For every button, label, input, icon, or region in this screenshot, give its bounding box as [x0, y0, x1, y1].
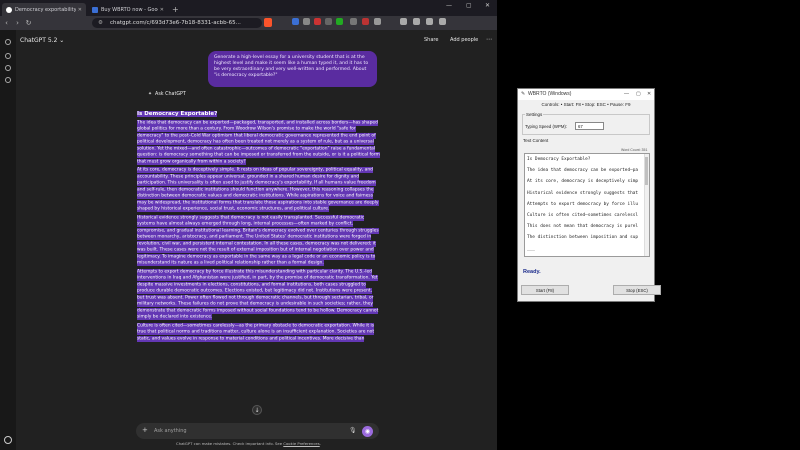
minimize-button[interactable]: — [446, 2, 452, 9]
close-tab-icon[interactable]: ✕ [78, 7, 82, 13]
add-people-button[interactable]: Add people [450, 37, 478, 43]
extension-icon[interactable] [350, 18, 357, 25]
text-line: The idea that democracy can be exported—… [527, 168, 639, 174]
search-icon[interactable] [5, 65, 11, 71]
close-tab-icon[interactable]: ✕ [160, 7, 164, 13]
extension-icon[interactable] [303, 18, 310, 25]
reload-icon[interactable]: ↻ [24, 19, 33, 27]
nav-bar: ‹ › ↻ ⌂ ⚙ chatgpt.com/c/693d73e6-7b18-83… [0, 16, 497, 30]
download-icon[interactable] [400, 18, 407, 25]
wallet-icon[interactable] [413, 18, 420, 25]
url-text: chatgpt.com/c/693d73e6-7b18-8331-acbb-65… [110, 20, 241, 26]
tab-wbrto-docs[interactable]: Buy WBRTO now - Google Docs ✕ [88, 3, 168, 16]
address-bar[interactable]: ⚙ chatgpt.com/c/693d73e6-7b18-8331-acbb-… [92, 18, 262, 28]
menu-icon[interactable] [439, 18, 446, 25]
text-line: Is Democracy Exportable? [527, 157, 591, 162]
more-options-icon[interactable]: ⋯ [486, 36, 492, 43]
docs-favicon-icon [92, 6, 98, 13]
response-heading: Is Democracy Exportable? [137, 111, 218, 117]
minimize-button[interactable]: — [624, 89, 629, 99]
close-window-button[interactable]: ✕ [647, 89, 651, 99]
response-paragraph: The idea that democracy can be exported—… [137, 119, 380, 165]
add-attachment-icon[interactable]: + [142, 426, 148, 434]
chatgpt-sidebar-rail [0, 30, 16, 450]
chatgpt-logo-icon[interactable] [5, 39, 11, 45]
response-paragraph: Historical evidence strongly suggests th… [137, 214, 379, 266]
forward-icon[interactable]: › [13, 19, 22, 27]
text-line: The distinction between imposition and s… [527, 235, 639, 241]
response-paragraph: At its core, democracy is deceptively si… [137, 167, 379, 212]
tab-bar: Democracy exportability debate ✕ Buy WBR… [0, 0, 497, 16]
text-line: Attempts to export democracy by force il… [527, 201, 639, 207]
brave-shield-icon[interactable] [264, 18, 272, 27]
text-line: This does not mean that democracy is pur… [527, 224, 639, 230]
text-line: Historical evidence strongly suggests th… [527, 190, 639, 196]
maximize-button[interactable]: ▢ [466, 2, 472, 9]
start-button[interactable]: Start (F8) [521, 285, 569, 295]
new-tab-button[interactable]: + [172, 5, 179, 14]
tab-democracy[interactable]: Democracy exportability debate ✕ [2, 3, 86, 16]
extension-icon[interactable] [325, 18, 332, 25]
sidebar-icon[interactable] [426, 18, 433, 25]
library-icon[interactable] [5, 77, 11, 83]
stop-button[interactable]: Stop (ESC) [613, 285, 661, 295]
maximize-button[interactable]: ▢ [636, 89, 641, 99]
share-button[interactable]: Share [424, 37, 438, 43]
settings-label: Settings [525, 112, 544, 117]
avatar[interactable] [4, 436, 12, 444]
word-count: Word Count: 351 [621, 148, 648, 152]
close-window-button[interactable]: ✕ [485, 2, 490, 9]
window-title-bar: ✎ WBRTO (Windows) — ▢ ✕ [518, 89, 654, 100]
wbrto-window: ✎ WBRTO (Windows) — ▢ ✕ Controls: • Star… [517, 88, 661, 302]
voice-mode-icon[interactable]: ◉ [362, 426, 373, 437]
text-content-label: Text Content [523, 138, 549, 143]
typing-speed-input[interactable]: 67 [575, 122, 604, 130]
microphone-icon[interactable]: 🎙 [349, 427, 357, 434]
text-line: Culture is often cited—sometimes careles… [527, 212, 639, 218]
controls-hint: Controls: • Start: F8 • Stop: ESC • Paus… [541, 102, 631, 107]
user-message: Generate a high-level essay for a univer… [208, 51, 377, 87]
tab-title: Democracy exportability debate [15, 6, 76, 13]
text-line: ___ [527, 246, 535, 252]
response-paragraph: Attempts to export democracy by force il… [137, 268, 379, 320]
disclaimer: ChatGPT can make mistakes. Check importa… [176, 441, 321, 446]
horizontal-scrollbar[interactable] [524, 257, 650, 261]
vertical-scrollbar[interactable] [644, 154, 649, 256]
assistant-response: Is Democracy Exportable? The idea that d… [137, 100, 380, 422]
extension-icon[interactable] [362, 18, 369, 25]
ask-chatgpt-label[interactable]: Ask ChatGPT [148, 92, 186, 97]
composer[interactable]: + Ask anything 🎙 ◉ [136, 423, 379, 439]
window-title: WBRTO (Windows) [528, 91, 572, 97]
cookie-preferences-link[interactable]: Cookie Preferences [283, 441, 319, 446]
response-paragraph: Culture is often cited—sometimes careles… [137, 322, 375, 342]
text-content-area[interactable]: Is Democracy Exportable? The idea that d… [524, 153, 650, 257]
tab-title: Buy WBRTO now - Google Docs [101, 6, 158, 13]
chatgpt-favicon-icon [6, 6, 12, 13]
extension-icon[interactable] [292, 18, 299, 25]
site-info-icon[interactable]: ⚙ [98, 18, 103, 28]
composer-input[interactable]: Ask anything [154, 428, 187, 434]
model-selector[interactable]: ChatGPT 5.2 ⌄ [20, 37, 64, 44]
extension-icon[interactable] [336, 18, 343, 25]
text-line: At its core, democracy is deceptively si… [527, 179, 639, 185]
back-icon[interactable]: ‹ [2, 19, 11, 27]
browser-window: Democracy exportability debate ✕ Buy WBR… [0, 0, 497, 450]
typing-speed-label: Typing Speed (WPM): [525, 124, 568, 129]
extension-icon[interactable] [374, 18, 381, 25]
status-text: Ready. [523, 269, 541, 275]
feather-icon: ✎ [521, 91, 526, 97]
extension-icon[interactable] [314, 18, 321, 25]
scroll-down-icon[interactable]: ↓ [252, 405, 262, 415]
scrollbar-thumb[interactable] [645, 157, 648, 185]
new-chat-icon[interactable] [5, 53, 11, 59]
